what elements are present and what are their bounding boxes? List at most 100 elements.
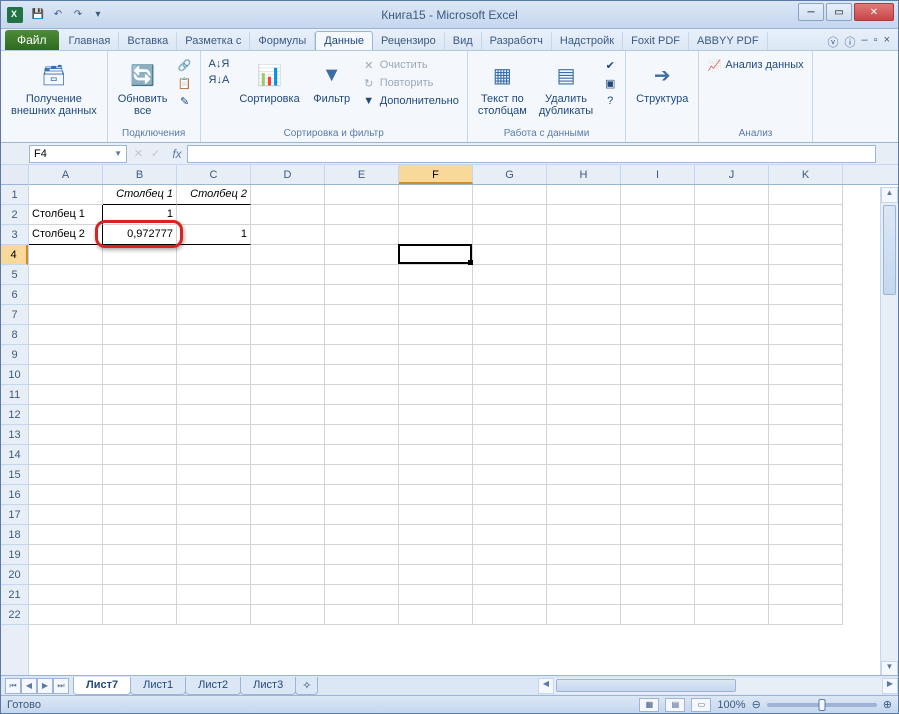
cell[interactable] bbox=[177, 305, 251, 325]
name-box-dropdown-icon[interactable]: ▼ bbox=[114, 149, 122, 158]
cell[interactable] bbox=[473, 365, 547, 385]
cell[interactable] bbox=[621, 525, 695, 545]
column-header[interactable]: E bbox=[325, 165, 399, 184]
cell[interactable] bbox=[547, 245, 621, 265]
cell[interactable] bbox=[769, 405, 843, 425]
consolidate-button[interactable]: ▣ bbox=[601, 75, 619, 91]
cell[interactable] bbox=[695, 565, 769, 585]
clear-filter-button[interactable]: ✕Очистить bbox=[360, 57, 461, 73]
cell[interactable] bbox=[103, 505, 177, 525]
cell[interactable] bbox=[399, 445, 473, 465]
advanced-filter-button[interactable]: ▼Дополнительно bbox=[360, 93, 461, 109]
cell[interactable] bbox=[473, 285, 547, 305]
cell[interactable] bbox=[103, 305, 177, 325]
cell[interactable]: Столбец 1 bbox=[29, 205, 103, 225]
cell[interactable] bbox=[325, 365, 399, 385]
column-header[interactable]: B bbox=[103, 165, 177, 184]
cell[interactable] bbox=[251, 265, 325, 285]
cell[interactable] bbox=[547, 405, 621, 425]
cell[interactable] bbox=[621, 485, 695, 505]
cell[interactable] bbox=[621, 245, 695, 265]
cell[interactable] bbox=[399, 605, 473, 625]
scroll-up-button[interactable]: ▲ bbox=[881, 187, 898, 203]
cell[interactable] bbox=[177, 485, 251, 505]
cell[interactable] bbox=[177, 465, 251, 485]
column-header[interactable]: K bbox=[769, 165, 843, 184]
tab-addins[interactable]: Надстройк bbox=[552, 32, 623, 50]
cell[interactable] bbox=[177, 425, 251, 445]
cell[interactable] bbox=[399, 225, 473, 245]
cell[interactable] bbox=[177, 505, 251, 525]
cell[interactable] bbox=[325, 425, 399, 445]
fx-button[interactable]: fx bbox=[167, 147, 187, 161]
mdi-restore-icon[interactable]: ▫ bbox=[874, 34, 878, 50]
cell[interactable] bbox=[251, 385, 325, 405]
cell[interactable] bbox=[251, 405, 325, 425]
cell[interactable] bbox=[547, 605, 621, 625]
cells[interactable]: Столбец 1Столбец 2Столбец 11Столбец 20,9… bbox=[29, 185, 898, 625]
tab-developer[interactable]: Разработч bbox=[482, 32, 552, 50]
cell[interactable] bbox=[177, 325, 251, 345]
cell[interactable] bbox=[29, 505, 103, 525]
cell[interactable] bbox=[473, 205, 547, 225]
cell[interactable] bbox=[473, 525, 547, 545]
redo-button[interactable]: ↷ bbox=[69, 6, 87, 24]
row-header[interactable]: 12 bbox=[1, 405, 28, 425]
cell[interactable] bbox=[399, 565, 473, 585]
row-header[interactable]: 21 bbox=[1, 585, 28, 605]
row-header[interactable]: 19 bbox=[1, 545, 28, 565]
sort-button[interactable]: 📊 Сортировка bbox=[235, 57, 303, 107]
horizontal-scrollbar[interactable]: ◀ ▶ bbox=[538, 678, 898, 694]
cell[interactable]: Столбец 1 bbox=[103, 185, 177, 205]
select-all-corner[interactable] bbox=[1, 165, 28, 185]
cell[interactable] bbox=[473, 245, 547, 265]
cell[interactable] bbox=[769, 285, 843, 305]
row-header[interactable]: 15 bbox=[1, 465, 28, 485]
cell[interactable] bbox=[547, 485, 621, 505]
cell[interactable] bbox=[769, 185, 843, 205]
close-button[interactable]: ✕ bbox=[854, 3, 894, 21]
file-tab[interactable]: Файл bbox=[5, 30, 59, 50]
refresh-all-button[interactable]: 🔄 Обновить все bbox=[114, 57, 172, 119]
column-header[interactable]: F bbox=[399, 165, 473, 184]
cell[interactable] bbox=[695, 225, 769, 245]
cell[interactable] bbox=[251, 185, 325, 205]
cell[interactable] bbox=[621, 585, 695, 605]
help-icon[interactable]: ⓘ bbox=[845, 34, 856, 50]
cell[interactable] bbox=[177, 565, 251, 585]
zoom-in-button[interactable]: ⊕ bbox=[883, 698, 892, 711]
cell[interactable] bbox=[769, 445, 843, 465]
cell[interactable] bbox=[695, 485, 769, 505]
cell[interactable] bbox=[29, 485, 103, 505]
cell[interactable] bbox=[251, 225, 325, 245]
tab-insert[interactable]: Вставка bbox=[119, 32, 177, 50]
cell[interactable]: Столбец 2 bbox=[177, 185, 251, 205]
cell[interactable] bbox=[103, 385, 177, 405]
scroll-left-button[interactable]: ◀ bbox=[538, 678, 554, 694]
cell[interactable] bbox=[103, 545, 177, 565]
cell[interactable] bbox=[103, 405, 177, 425]
cell[interactable]: 0,972777 bbox=[103, 225, 177, 245]
cell[interactable] bbox=[29, 545, 103, 565]
row-header[interactable]: 2 bbox=[1, 205, 28, 225]
cell[interactable] bbox=[621, 365, 695, 385]
cell[interactable] bbox=[29, 385, 103, 405]
cell[interactable] bbox=[621, 325, 695, 345]
cell[interactable] bbox=[251, 285, 325, 305]
cell[interactable] bbox=[251, 505, 325, 525]
filter-button[interactable]: ▼ Фильтр bbox=[308, 57, 356, 107]
cell[interactable] bbox=[399, 305, 473, 325]
cell[interactable] bbox=[177, 385, 251, 405]
mdi-close-icon[interactable]: × bbox=[884, 34, 890, 50]
cell[interactable] bbox=[621, 225, 695, 245]
cell[interactable] bbox=[325, 565, 399, 585]
cell[interactable] bbox=[695, 445, 769, 465]
cell[interactable] bbox=[695, 345, 769, 365]
cell[interactable] bbox=[177, 545, 251, 565]
cell[interactable] bbox=[473, 305, 547, 325]
cell[interactable] bbox=[621, 505, 695, 525]
name-box[interactable]: F4 ▼ bbox=[29, 145, 127, 163]
cell[interactable] bbox=[325, 385, 399, 405]
cell[interactable] bbox=[473, 385, 547, 405]
cell[interactable] bbox=[251, 445, 325, 465]
